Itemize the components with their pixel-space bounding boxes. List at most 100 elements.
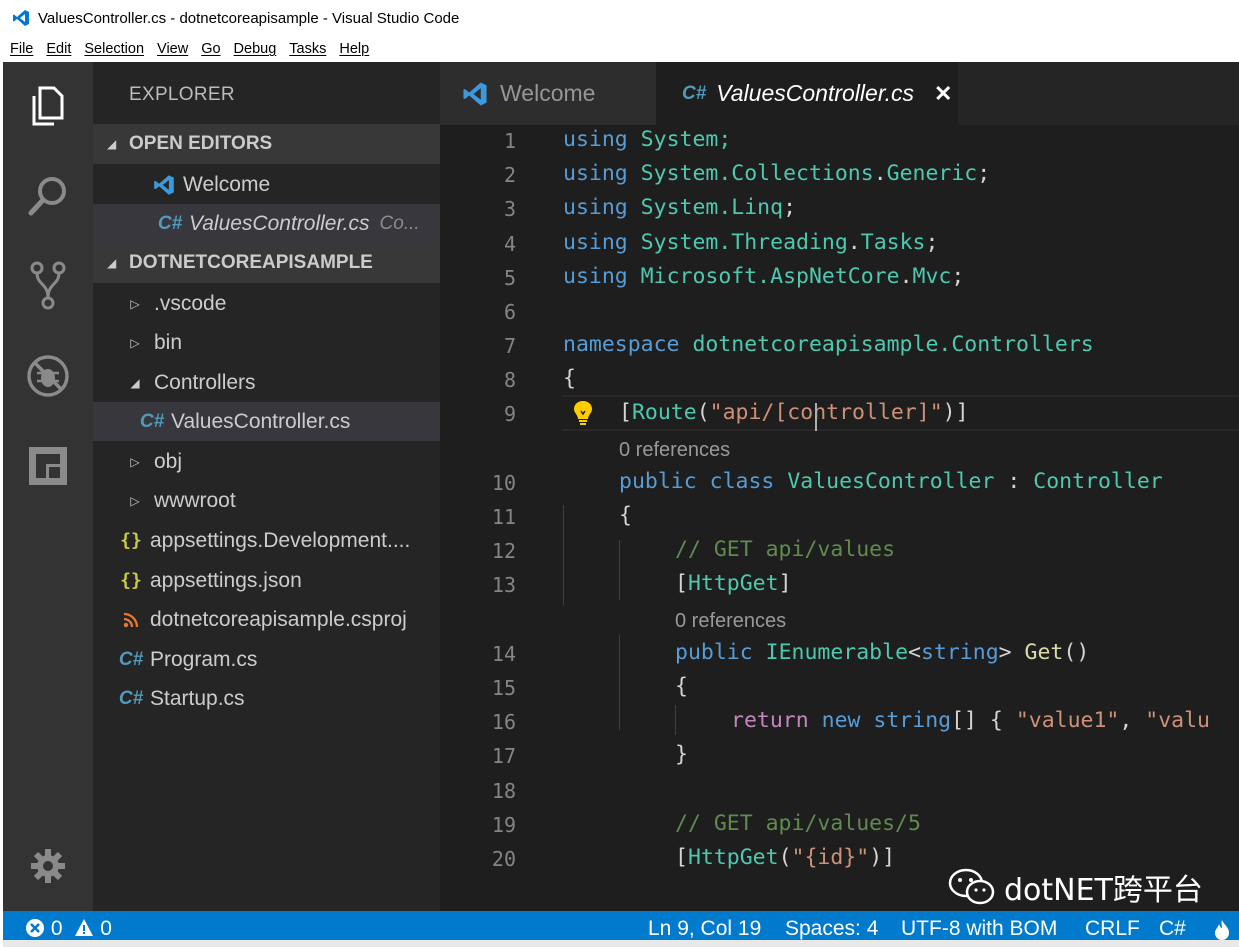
vscode-app-icon (12, 8, 32, 28)
tree-item-label: Startup.cs (150, 686, 245, 710)
code-line-10: public class ValuesController : Controll… (619, 469, 1163, 494)
tab-welcome[interactable]: Welcome (440, 62, 656, 125)
settings-gear-icon[interactable] (3, 836, 93, 896)
code-line-13: [HttpGet] (675, 571, 792, 596)
line-number: 16 (491, 710, 516, 734)
open-editor-valuescontroller[interactable]: C# ValuesController.cs Co... (93, 204, 440, 243)
menu-debug[interactable]: Debug (234, 41, 277, 57)
project-header[interactable]: ◢ DOTNETCOREAPISAMPLE (93, 243, 440, 283)
search-icon[interactable] (3, 166, 93, 226)
expand-caret-icon: ▷ (130, 335, 140, 350)
expand-caret-icon: ▷ (130, 454, 140, 469)
tree-item-label: appsettings.json (150, 568, 302, 592)
explorer-title: EXPLORER (129, 84, 235, 105)
open-editor-description: Co... (379, 212, 420, 234)
code-line-19: // GET api/values/5 (675, 811, 921, 836)
code-line-16: return new string[] { "value1", "valu (731, 708, 1211, 733)
codelens-references[interactable]: 0 references (675, 610, 786, 633)
indent-guide (563, 505, 564, 605)
tree-file-appsettings[interactable]: {} appsettings.json (93, 561, 440, 600)
vscode-icon (153, 173, 175, 197)
menu-help[interactable]: Help (339, 41, 369, 57)
lightbulb-icon[interactable] (572, 399, 594, 427)
line-number: 15 (491, 676, 516, 700)
project-label: DOTNETCOREAPISAMPLE (129, 252, 373, 273)
code-line-4: using System.Threading.Tasks; (563, 230, 939, 255)
tree-file-appsettings-development[interactable]: {} appsettings.Development.... (93, 521, 440, 560)
code-line-2: using System.Collections.Generic; (563, 161, 991, 186)
title-bar: ValuesController.cs - dotnetcoreapisampl… (0, 0, 1239, 36)
indent-guide (675, 705, 676, 735)
language-mode[interactable]: C# (1159, 917, 1186, 941)
tree-file-startup[interactable]: C# Startup.cs (93, 679, 440, 718)
tree-folder-controllers[interactable]: ◢ Controllers (93, 363, 440, 402)
json-icon: {} (120, 570, 142, 591)
collapse-caret-icon: ◢ (107, 137, 117, 151)
line-number: 7 (503, 334, 516, 358)
tree-file-csproj[interactable]: dotnetcoreapisample.csproj (93, 600, 440, 639)
tree-item-label: Controllers (154, 370, 256, 394)
tab-label: ValuesController.cs (716, 80, 915, 106)
menu-tasks[interactable]: Tasks (289, 41, 326, 57)
collapse-caret-icon: ◢ (107, 256, 117, 270)
wechat-icon (948, 868, 995, 905)
menu-go[interactable]: Go (201, 41, 220, 57)
code-line-9: [Route("api/[controller]")] (619, 400, 969, 425)
debug-icon[interactable] (3, 346, 93, 406)
menu-bar: File Edit Selection View Go Debug Tasks … (0, 36, 1239, 62)
text-cursor (815, 403, 817, 431)
source-control-icon[interactable] (3, 256, 93, 316)
files-icon[interactable] (3, 76, 93, 136)
line-number: 17 (491, 744, 516, 768)
indentation-setting[interactable]: Spaces: 4 (785, 917, 878, 941)
line-number: 18 (491, 779, 516, 803)
open-editors-header[interactable]: ◢ OPEN EDITORS (93, 124, 440, 164)
tree-file-valuescontroller[interactable]: C# ValuesController.cs (93, 402, 440, 441)
json-icon: {} (120, 530, 142, 551)
tree-item-label: dotnetcoreapisample.csproj (150, 607, 407, 631)
line-number: 6 (503, 300, 516, 324)
menu-file[interactable]: File (10, 41, 33, 57)
status-bar-lower-edge (3, 940, 1239, 947)
indent-guide (619, 635, 620, 730)
code-line-5: using Microsoft.AspNetCore.Mvc; (563, 264, 965, 289)
code-line-12: // GET api/values (675, 537, 896, 562)
menu-selection[interactable]: Selection (84, 41, 144, 57)
tree-folder-wwwroot[interactable]: ▷ wwwroot (93, 481, 440, 520)
line-number: 1 (503, 129, 516, 153)
tree-folder-bin[interactable]: ▷ bin (93, 323, 440, 362)
line-ending[interactable]: CRLF (1085, 917, 1140, 941)
expand-caret-icon: ▷ (130, 296, 140, 311)
code-line-15: { (675, 674, 688, 699)
csharp-icon: C# (118, 648, 144, 670)
tab-valuescontroller[interactable]: C# ValuesController.cs ✕ (656, 62, 958, 125)
file-encoding[interactable]: UTF-8 with BOM (901, 917, 1057, 941)
cursor-position[interactable]: Ln 9, Col 19 (648, 917, 761, 941)
open-editor-welcome[interactable]: Welcome (93, 165, 440, 204)
line-number: 12 (491, 539, 516, 563)
tree-file-program[interactable]: C# Program.cs (93, 640, 440, 679)
tree-item-label: obj (154, 449, 183, 473)
menu-edit[interactable]: Edit (46, 41, 71, 57)
tree-folder-obj[interactable]: ▷ obj (93, 442, 440, 481)
line-number: 9 (503, 402, 516, 426)
csharp-icon: C# (118, 687, 144, 709)
csharp-icon: C# (157, 212, 183, 234)
code-line-3: using System.Linq; (563, 195, 797, 220)
window-title: ValuesController.cs - dotnetcoreapisampl… (38, 9, 460, 27)
menu-view[interactable]: View (157, 41, 188, 57)
extensions-icon[interactable] (3, 436, 93, 496)
rss-icon (120, 612, 142, 628)
watermark-text: dotNET跨平台 (1004, 873, 1203, 908)
warning-count: 0 (100, 917, 112, 940)
vscode-icon (462, 81, 488, 107)
tree-folder-vscode[interactable]: ▷ .vscode (93, 284, 440, 323)
close-icon[interactable]: ✕ (934, 81, 952, 107)
code-editor[interactable]: 1 2 3 4 5 6 7 8 9 10 11 12 13 14 15 16 1… (440, 125, 1239, 911)
open-editors-label: OPEN EDITORS (129, 133, 273, 154)
codelens-references[interactable]: 0 references (619, 439, 730, 462)
error-count: 0 (50, 917, 63, 940)
tree-item-label: ValuesController.cs (171, 409, 351, 433)
problems-indicator[interactable]: 0 0 (25, 917, 112, 941)
code-line-14: public IEnumerable<string> Get() (675, 640, 1090, 665)
